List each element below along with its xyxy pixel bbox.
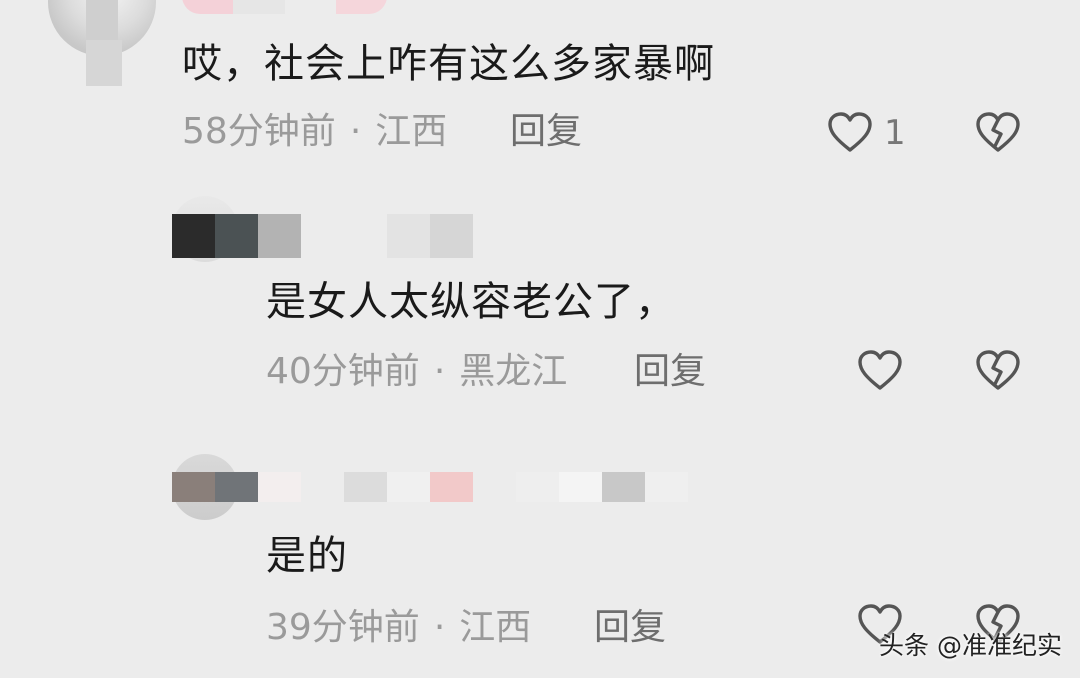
broken-heart-icon[interactable]: [974, 110, 1022, 154]
meta-separator: ·: [433, 607, 446, 648]
comment-list-screen: 哎，社会上咋有这么多家暴啊 58分钟前 · 江西 回复 1 是女人太纵容老公了，…: [0, 0, 1080, 678]
comment-meta: 40分钟前 · 黑龙江: [266, 354, 567, 390]
like-count: 1: [884, 113, 906, 153]
comment-time: 39分钟前: [266, 607, 420, 648]
meta-separator: ·: [349, 111, 362, 152]
replier-name-redacted[interactable]: [172, 214, 473, 258]
heart-outline-icon[interactable]: [856, 348, 904, 392]
reply-button[interactable]: 回复: [510, 114, 582, 150]
avatar-pixelation: [86, 40, 122, 86]
reply-button[interactable]: 回复: [594, 610, 666, 646]
comment-text: 哎，社会上咋有这么多家暴啊: [182, 41, 715, 87]
heart-outline-icon[interactable]: [826, 110, 874, 154]
comment-meta: 58分钟前 · 江西: [182, 114, 447, 150]
broken-heart-icon[interactable]: [974, 348, 1022, 392]
comment-text: 是女人太纵容老公了，: [266, 279, 676, 325]
comment-time: 58分钟前: [182, 111, 336, 152]
reply-button[interactable]: 回复: [634, 354, 706, 390]
replier-name-redacted[interactable]: [172, 472, 688, 502]
comment-text: 是的: [266, 533, 348, 579]
comment-time: 40分钟前: [266, 351, 420, 392]
comment-location: 黑龙江: [459, 351, 568, 392]
comment-location: 江西: [459, 607, 532, 648]
meta-separator: ·: [433, 351, 446, 392]
commenter-name-redacted[interactable]: [182, 0, 387, 14]
source-watermark: 头条 @准准纪实: [879, 631, 1062, 660]
comment-meta: 39分钟前 · 江西: [266, 610, 531, 646]
comment-location: 江西: [375, 111, 448, 152]
